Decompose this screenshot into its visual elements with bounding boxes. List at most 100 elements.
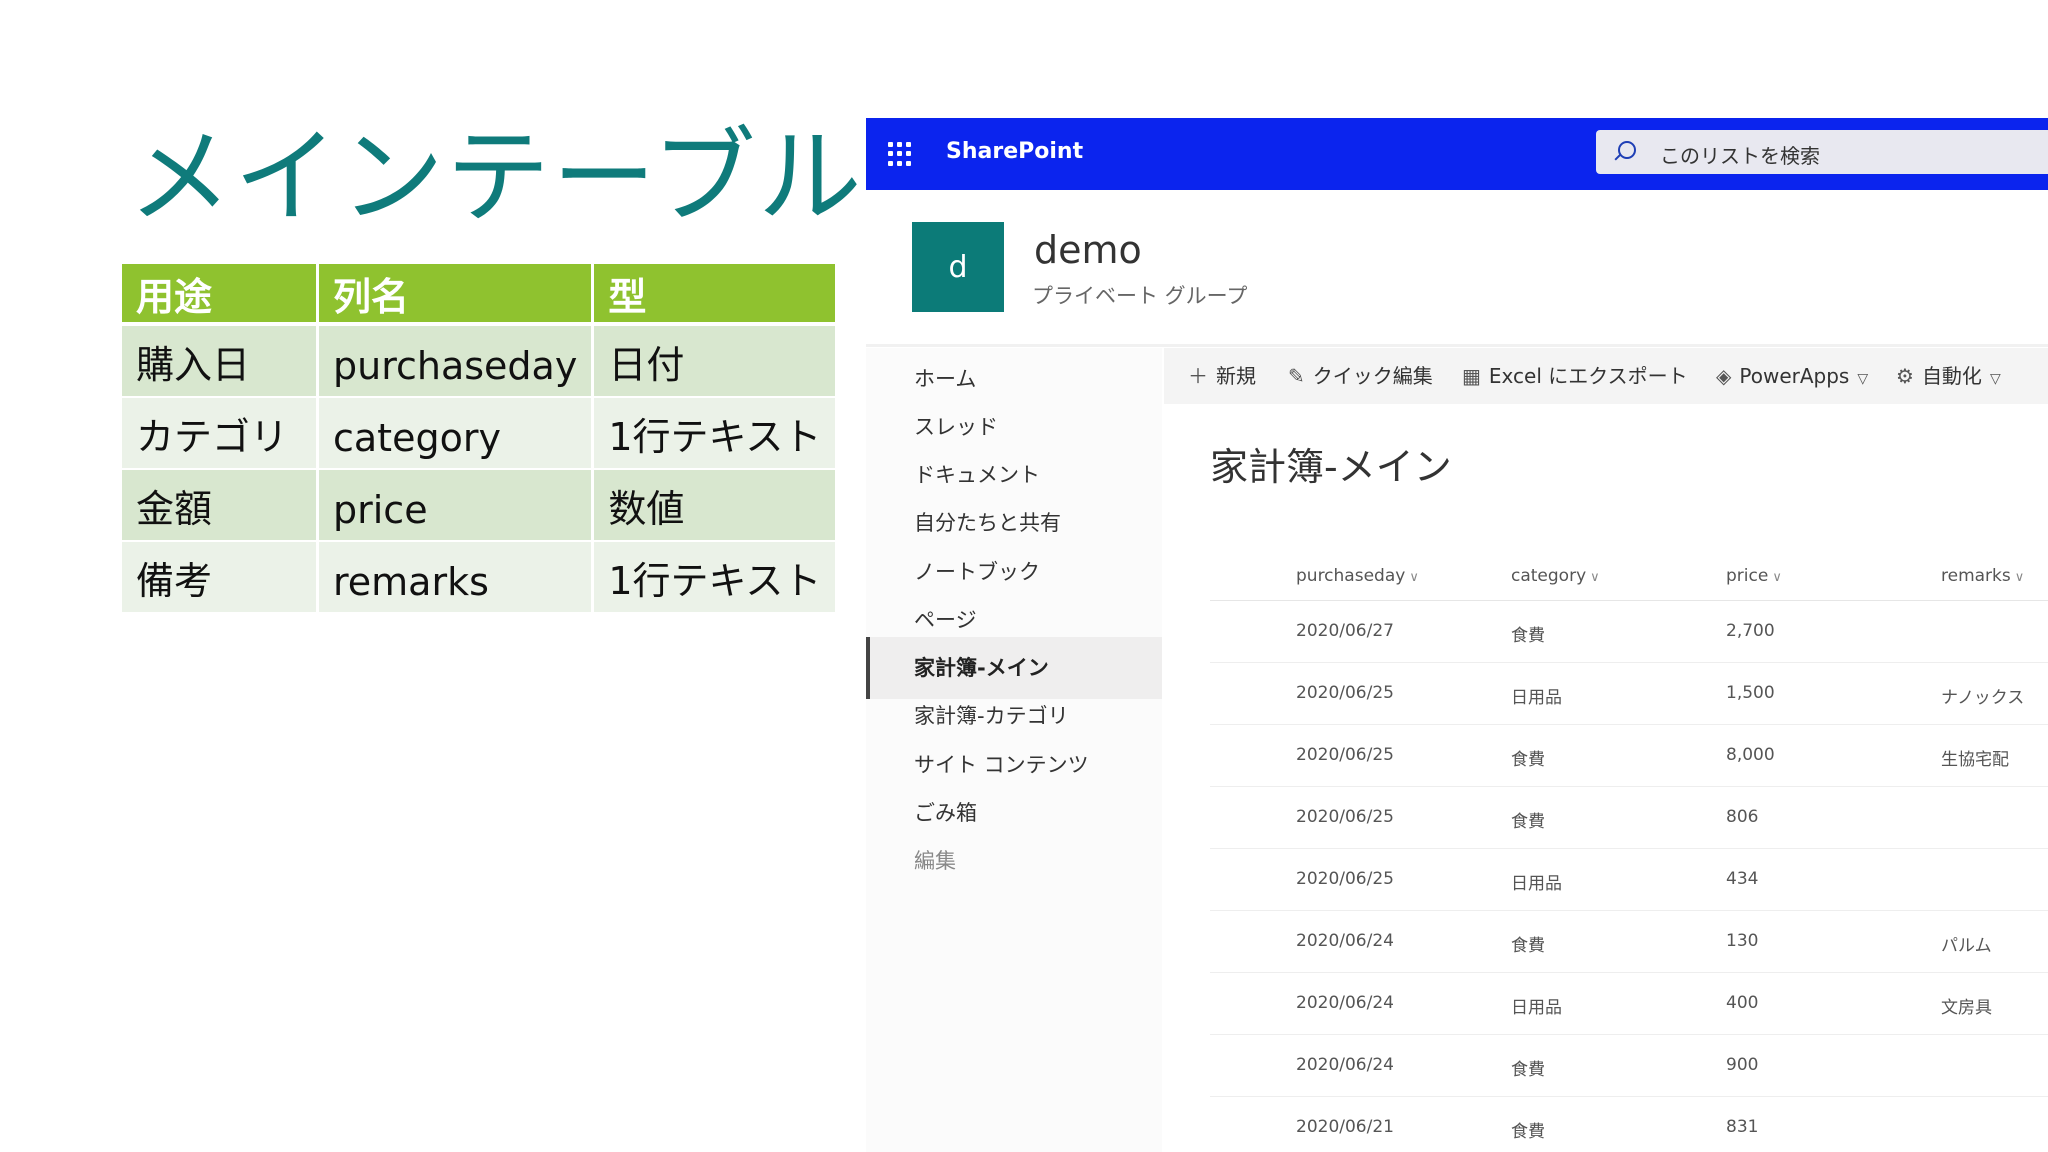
search-box[interactable]: このリストを検索 <box>1596 130 2048 174</box>
schema-header-purpose: 用途 <box>122 264 316 326</box>
cell-remarks: ナノックス <box>1941 688 2025 708</box>
new-label: 新規 <box>1216 364 1256 388</box>
cell-remarks: 生協宅配 <box>1941 750 2009 770</box>
schema-header-column-name: 列名 <box>319 264 592 326</box>
cell-purchaseday: 2020/06/25 <box>1296 745 1394 765</box>
schema-cell-purpose: 備考 <box>122 542 316 614</box>
column-header-label: purchaseday <box>1296 566 1406 586</box>
brand-link[interactable]: SharePoint <box>946 139 1083 164</box>
cell-purchaseday: 2020/06/21 <box>1296 1117 1394 1137</box>
suite-bar: SharePoint このリストを検索 <box>866 118 2048 190</box>
schema-cell-purpose: 金額 <box>122 470 316 542</box>
plus-icon: ＋ <box>1188 364 1208 388</box>
chevron-down-icon: ∨ <box>1590 570 1600 585</box>
cell-price: 434 <box>1726 869 1759 889</box>
cell-price: 130 <box>1726 931 1759 951</box>
cell-purchaseday: 2020/06/25 <box>1296 683 1394 703</box>
column-header-purchaseday[interactable]: purchaseday ∨ <box>1296 566 1419 586</box>
column-header-remarks[interactable]: remarks ∨ <box>1941 566 2024 586</box>
column-header-label: category <box>1511 566 1587 586</box>
export-label: Excel にエクスポート <box>1488 364 1688 388</box>
schema-row: 備考 remarks 1行テキスト <box>122 542 836 614</box>
schema-cell-type: 1行テキスト <box>594 542 836 614</box>
cell-purchaseday: 2020/06/25 <box>1296 869 1394 889</box>
cell-price: 8,000 <box>1726 745 1775 765</box>
column-header-price[interactable]: price ∨ <box>1726 566 1782 586</box>
list-title: 家計簿-メイン <box>1210 445 1452 489</box>
cell-price: 2,700 <box>1726 621 1775 641</box>
list-row[interactable]: 2020/06/25 日用品 434 <box>1210 849 2048 911</box>
cell-price: 831 <box>1726 1117 1759 1137</box>
new-button[interactable]: ＋ 新規 <box>1188 348 1256 404</box>
cell-category: 食費 <box>1511 936 1545 956</box>
powerapps-button[interactable]: ◈ PowerApps ▽ <box>1716 348 1876 404</box>
search-placeholder: このリストを検索 <box>1660 144 1820 168</box>
schema-header-row: 用途 列名 型 <box>122 264 836 326</box>
schema-cell-type: 日付 <box>594 326 836 398</box>
cell-remarks: 文房具 <box>1941 998 1992 1018</box>
site-description: プライベート グループ <box>1032 284 1248 308</box>
list-row[interactable]: 2020/06/27 食費 2,700 <box>1210 601 2048 663</box>
flow-icon: ⚙ <box>1896 364 1914 388</box>
list-row[interactable]: 2020/06/24 食費 900 <box>1210 1035 2048 1097</box>
schema-cell-purpose: 購入日 <box>122 326 316 398</box>
schema-table: 用途 列名 型 購入日 purchaseday 日付 カテゴリ category… <box>119 264 838 614</box>
cell-category: 食費 <box>1511 626 1545 646</box>
cell-price: 806 <box>1726 807 1759 827</box>
list-row[interactable]: 2020/06/21 食費 831 <box>1210 1097 2048 1152</box>
app-launcher-icon[interactable] <box>888 142 912 166</box>
cell-purchaseday: 2020/06/24 <box>1296 1055 1394 1075</box>
site-logo[interactable]: d <box>912 222 1004 312</box>
chevron-down-icon: ∨ <box>1409 570 1419 585</box>
schema-cell-purpose: カテゴリ <box>122 398 316 470</box>
quick-edit-button[interactable]: ✎ クイック編集 <box>1288 348 1433 404</box>
chevron-down-icon: ∨ <box>1772 570 1782 585</box>
chevron-down-icon: ▽ <box>1989 371 2001 387</box>
list-row[interactable]: 2020/06/25 食費 8,000 生協宅配 <box>1210 725 2048 787</box>
column-header-label: remarks <box>1941 566 2011 586</box>
nav-item-edit[interactable]: 編集 <box>866 830 1162 892</box>
cell-price: 400 <box>1726 993 1759 1013</box>
export-excel-button[interactable]: ▦ Excel にエクスポート <box>1462 348 1688 404</box>
schema-cell-type: 1行テキスト <box>594 398 836 470</box>
cell-category: 食費 <box>1511 812 1545 832</box>
cell-purchaseday: 2020/06/27 <box>1296 621 1394 641</box>
cell-category: 日用品 <box>1511 874 1562 894</box>
cell-remarks: パルム <box>1941 936 1992 956</box>
column-header-category[interactable]: category ∨ <box>1511 566 1600 586</box>
slide-title: メインテーブル <box>128 116 864 238</box>
cell-category: 日用品 <box>1511 688 1562 708</box>
schema-row: 購入日 purchaseday 日付 <box>122 326 836 398</box>
chevron-down-icon: ∨ <box>2014 570 2025 585</box>
search-icon <box>1618 141 1636 159</box>
chevron-down-icon: ▽ <box>1857 371 1869 387</box>
list-row[interactable]: 2020/06/24 食費 130 パルム <box>1210 911 2048 973</box>
automate-label: 自動化 <box>1921 364 1982 388</box>
schema-cell-column-name: remarks <box>319 542 592 614</box>
schema-cell-column-name: category <box>319 398 592 470</box>
schema-row: 金額 price 数値 <box>122 470 836 542</box>
site-name[interactable]: demo <box>1034 228 1142 272</box>
list-row[interactable]: 2020/06/25 日用品 1,500 ナノックス <box>1210 663 2048 725</box>
schema-cell-type: 数値 <box>594 470 836 542</box>
header-divider <box>866 344 2048 347</box>
cell-purchaseday: 2020/06/24 <box>1296 993 1394 1013</box>
list-row[interactable]: 2020/06/24 日用品 400 文房具 <box>1210 973 2048 1035</box>
list-row[interactable]: 2020/06/25 食費 806 <box>1210 787 2048 849</box>
powerapps-label: PowerApps <box>1739 364 1850 388</box>
cell-price: 900 <box>1726 1055 1759 1075</box>
automate-button[interactable]: ⚙ 自動化 ▽ <box>1896 348 2009 404</box>
sharepoint-screenshot: SharePoint このリストを検索 d demo プライベート グループ ホ… <box>866 118 2048 1152</box>
quick-edit-label: クイック編集 <box>1312 364 1433 388</box>
column-header-label: price <box>1726 566 1769 586</box>
cell-purchaseday: 2020/06/24 <box>1296 931 1394 951</box>
pencil-icon: ✎ <box>1288 364 1305 388</box>
excel-icon: ▦ <box>1462 364 1481 388</box>
cell-category: 食費 <box>1511 1060 1545 1080</box>
powerapps-icon: ◈ <box>1716 364 1732 388</box>
cell-price: 1,500 <box>1726 683 1775 703</box>
schema-row: カテゴリ category 1行テキスト <box>122 398 836 470</box>
cell-category: 食費 <box>1511 1122 1545 1142</box>
left-navigation: ホーム スレッド ドキュメント 自分たちと共有 ノートブック ページ 家計簿-メ… <box>866 348 1162 1152</box>
cell-category: 食費 <box>1511 750 1545 770</box>
